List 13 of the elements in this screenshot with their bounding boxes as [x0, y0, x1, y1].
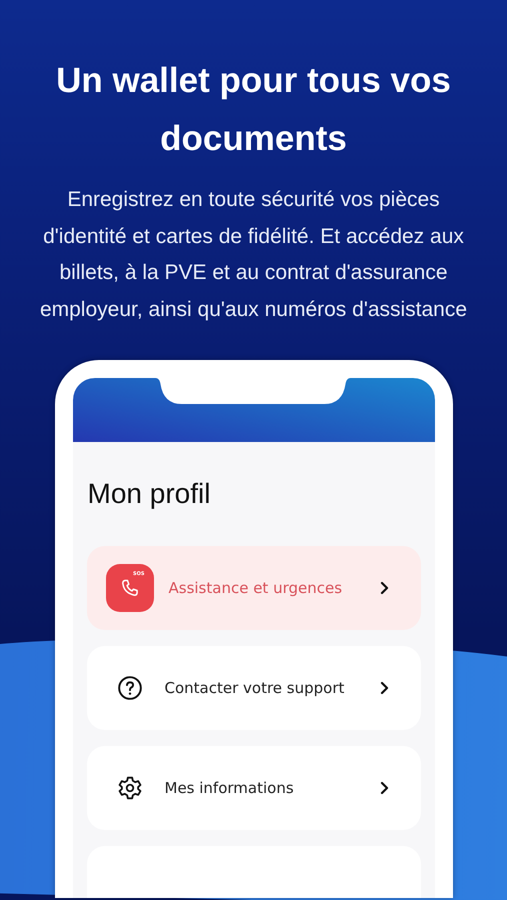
menu-item[interactable]: Mes informations	[86, 746, 420, 830]
menu-item[interactable]: Contacter votre support	[86, 646, 420, 730]
question-icon	[116, 675, 142, 701]
headline: Un wallet pour tous vos documents	[55, 60, 452, 160]
chevron-right-icon	[378, 581, 390, 595]
chevron-right-icon	[378, 781, 390, 795]
description: Enregistrez en toute sécurité vos pièces d'identité et cartes de fidélité. Et accédez aux billets, à la PVE et au contrat d'assurance employeur, ainsi qu'aux numéros d'assistance	[38, 187, 468, 322]
menu-label: Assistance et urgences	[168, 579, 344, 597]
settings-icon	[116, 775, 142, 801]
menu-label: Mes informations	[164, 779, 295, 797]
menu-label: Contacter votre support	[164, 679, 346, 697]
page-title: Mon profil	[88, 478, 212, 510]
chevron-right-icon	[378, 681, 390, 695]
